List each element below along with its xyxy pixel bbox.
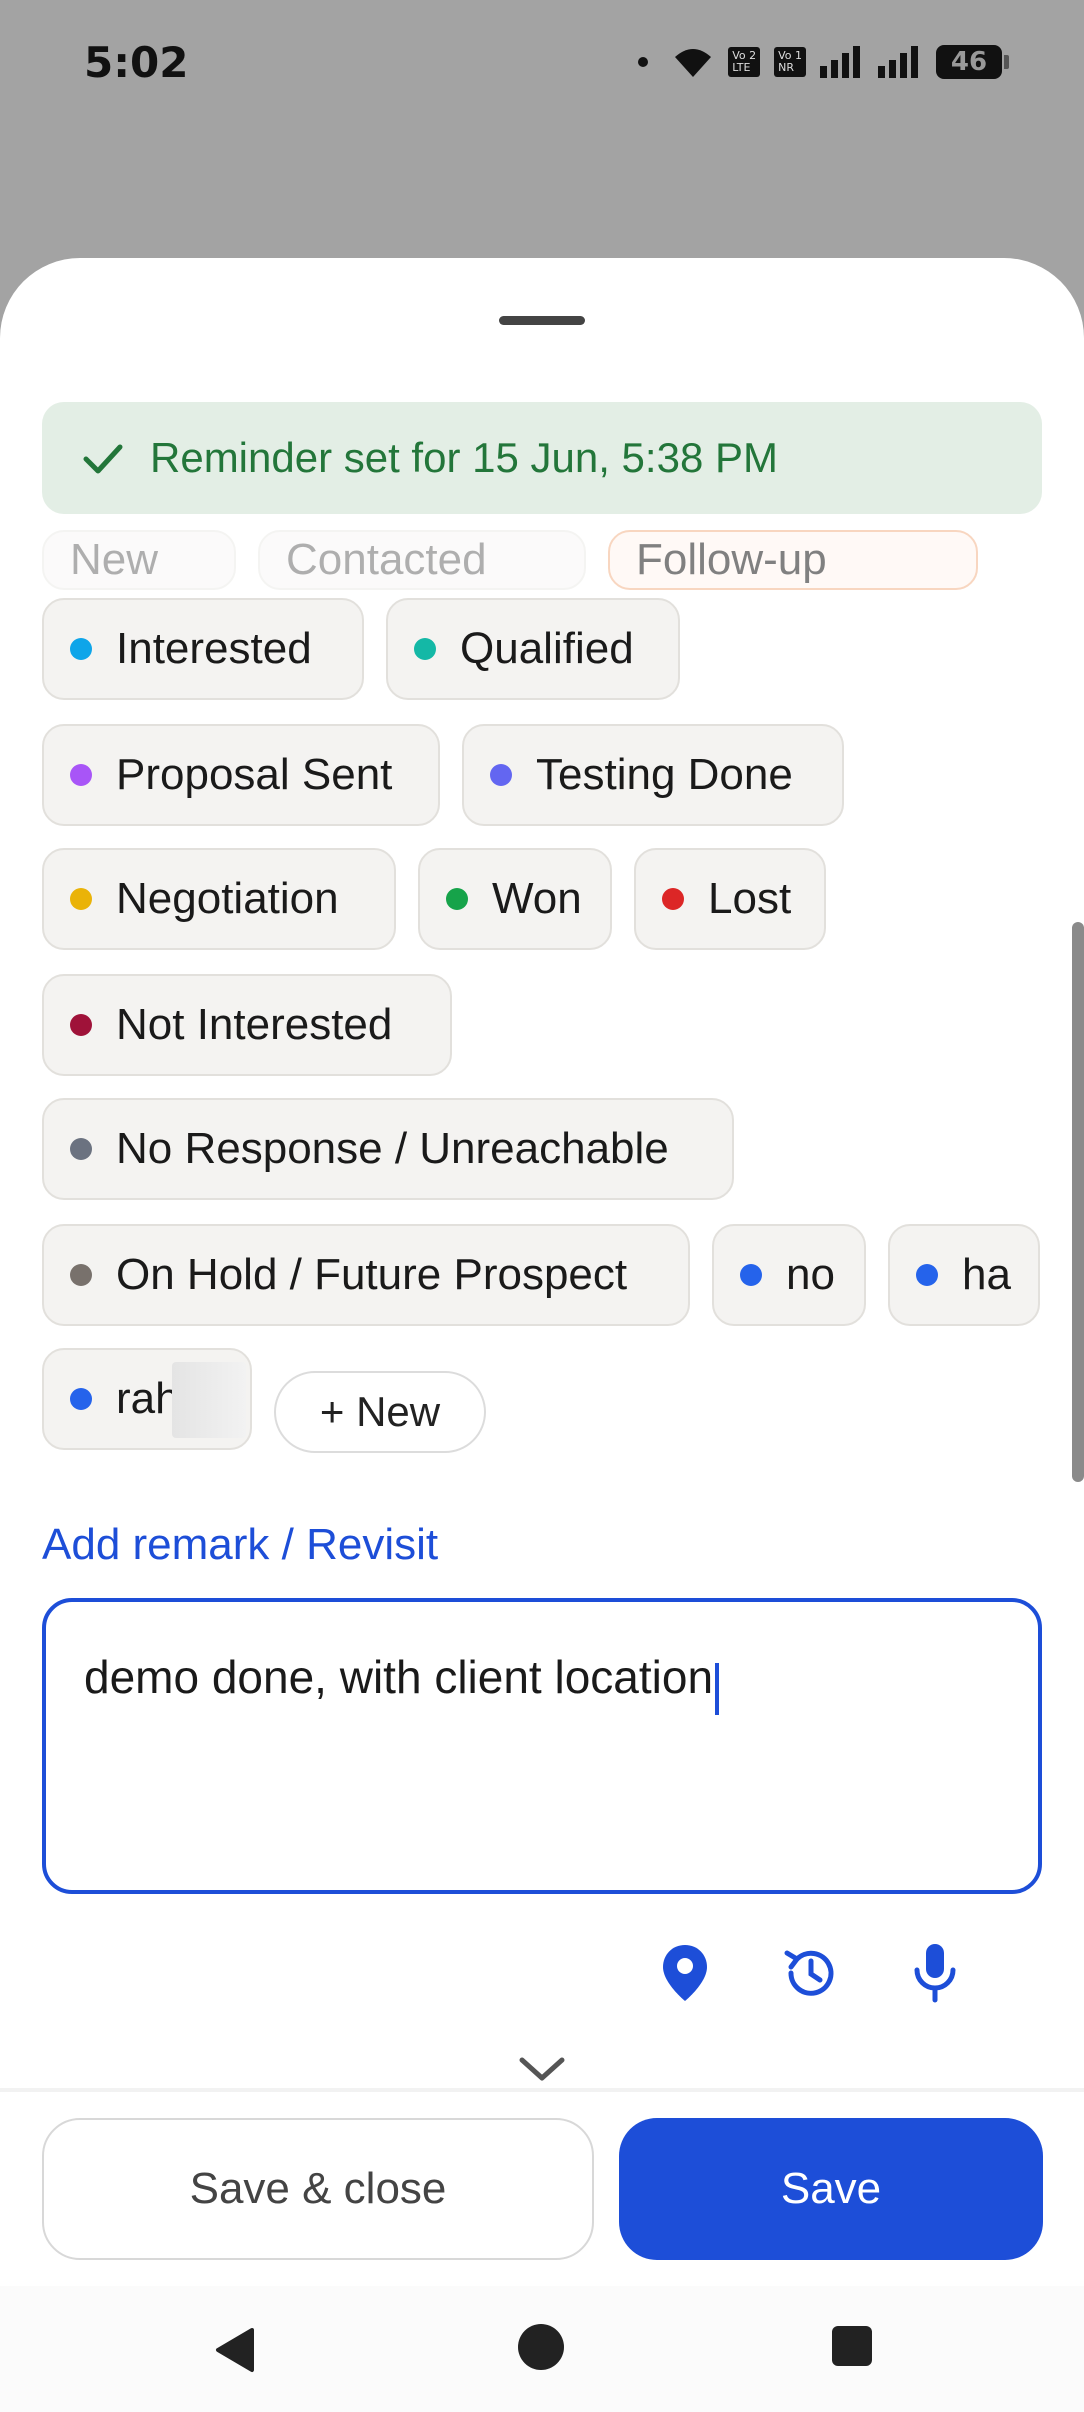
- signal-icon-2: [878, 46, 918, 78]
- status-time: 5:02: [84, 38, 189, 87]
- status-bar: 5:02 Vo 2 LTE Vo 1 NR 46: [0, 0, 1084, 130]
- stage-chip-label: Contacted: [286, 535, 487, 584]
- stage-color-dot: [70, 1388, 92, 1410]
- stage-chip-interested[interactable]: Interested: [42, 598, 364, 700]
- stage-chip-label: rah: [116, 1374, 180, 1423]
- stage-chip-ha[interactable]: ha: [888, 1224, 1040, 1326]
- notification-dot-icon: [638, 57, 649, 67]
- drag-handle[interactable]: [499, 316, 585, 325]
- wifi-icon: [675, 49, 712, 77]
- stage-color-dot: [70, 1014, 92, 1036]
- stage-chip-contacted[interactable]: Contacted: [258, 530, 586, 590]
- stage-chip-label: Interested: [116, 624, 312, 673]
- stage-chip-label: no: [786, 1250, 835, 1299]
- remark-input-value: demo done, with client location: [84, 1651, 714, 1703]
- stage-chip-label: Not Interested: [116, 1000, 393, 1049]
- stage-color-dot: [70, 638, 92, 660]
- save-close-button[interactable]: Save & close: [42, 2118, 594, 2260]
- stage-color-dot: [70, 1138, 92, 1160]
- stage-color-dot: [490, 764, 512, 786]
- stage-chip-label: Qualified: [460, 624, 634, 673]
- redacted-region: [172, 1362, 246, 1438]
- bottom-sheet: Reminder set for 15 Jun, 5:38 PM New Con…: [0, 258, 1084, 2412]
- stage-color-dot: [70, 888, 92, 910]
- stage-color-dot: [916, 1264, 938, 1286]
- stage-chip-label: Follow-up: [636, 535, 827, 584]
- add-stage-button[interactable]: + New: [274, 1371, 486, 1453]
- stage-chip-label: Negotiation: [116, 874, 339, 923]
- sim2-badge: Vo 1 NR: [774, 47, 806, 77]
- stage-chip-label: On Hold / Future Prospect: [116, 1250, 628, 1299]
- toast-message: Reminder set for 15 Jun, 5:38 PM: [150, 434, 778, 481]
- remark-input[interactable]: demo done, with client location: [42, 1598, 1042, 1894]
- stage-chip-not-interested[interactable]: Not Interested: [42, 974, 452, 1076]
- remark-label: Add remark / Revisit: [42, 1520, 439, 1569]
- status-icons: Vo 2 LTE Vo 1 NR 46: [638, 38, 1009, 86]
- stage-color-dot: [740, 1264, 762, 1286]
- home-icon[interactable]: [518, 2324, 564, 2370]
- stage-chip-negotiation[interactable]: Negotiation: [42, 848, 396, 950]
- stage-chip-label: New: [70, 535, 159, 584]
- stage-chip-label: No Response / Unreachable: [116, 1124, 669, 1173]
- chevron-down-icon[interactable]: [514, 2048, 570, 2088]
- sim1-badge: Vo 2 LTE: [728, 47, 761, 77]
- signal-icon: [820, 46, 860, 78]
- stage-chip-label: ha: [962, 1250, 1011, 1299]
- stage-color-dot: [70, 1264, 92, 1286]
- check-icon: [83, 444, 123, 474]
- stage-chip-proposal-sent[interactable]: Proposal Sent: [42, 724, 440, 826]
- stage-color-dot: [414, 638, 436, 660]
- save-button[interactable]: Save: [619, 2118, 1043, 2260]
- scrollbar[interactable]: [1072, 922, 1084, 1482]
- stage-chip-label: Proposal Sent: [116, 750, 393, 799]
- stage-chip-new[interactable]: New: [42, 530, 236, 590]
- history-icon: [784, 1950, 834, 1996]
- stage-chip-no-response[interactable]: No Response / Unreachable: [42, 1098, 734, 1200]
- stage-chip-label: Won: [492, 874, 582, 923]
- stage-chip-lost[interactable]: Lost: [634, 848, 826, 950]
- stage-chip-testing-done[interactable]: Testing Done: [462, 724, 844, 826]
- stage-chip-won[interactable]: Won: [418, 848, 612, 950]
- microphone-icon: [914, 1944, 956, 2003]
- battery-icon: 46: [936, 45, 1009, 79]
- stage-chip-on-hold[interactable]: On Hold / Future Prospect: [42, 1224, 690, 1326]
- stage-chip-label: Lost: [708, 874, 792, 923]
- recents-icon[interactable]: [832, 2326, 872, 2366]
- location-button[interactable]: [650, 1938, 720, 2008]
- stage-chip-qualified[interactable]: Qualified: [386, 598, 680, 700]
- stage-chip-no[interactable]: no: [712, 1224, 866, 1326]
- back-icon[interactable]: [212, 2326, 256, 2374]
- microphone-button[interactable]: [900, 1938, 970, 2008]
- footer-divider: [0, 2088, 1084, 2092]
- stage-color-dot: [662, 888, 684, 910]
- stage-chip-follow-up[interactable]: Follow-up: [608, 530, 978, 590]
- location-pin-icon: [663, 1945, 707, 2001]
- reminder-toast: Reminder set for 15 Jun, 5:38 PM: [42, 402, 1042, 514]
- history-button[interactable]: [776, 1938, 846, 2008]
- stage-chip-label: Testing Done: [536, 750, 793, 799]
- stage-color-dot: [70, 764, 92, 786]
- stage-color-dot: [446, 888, 468, 910]
- text-caret: [715, 1662, 720, 1715]
